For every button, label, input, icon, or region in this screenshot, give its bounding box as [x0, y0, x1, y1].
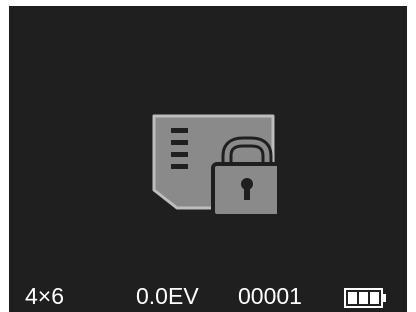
status-bar: 4×6 0.0EV 00001	[9, 278, 407, 312]
camera-lcd-screen: 4×6 0.0EV 00001	[9, 6, 407, 312]
exposure-compensation-label: 0.0EV	[136, 283, 199, 309]
battery-full-icon	[344, 288, 386, 308]
print-size-label: 4×6	[25, 283, 65, 309]
frame-counter-label: 00001	[238, 283, 302, 309]
memory-card-locked-icon	[152, 114, 277, 218]
